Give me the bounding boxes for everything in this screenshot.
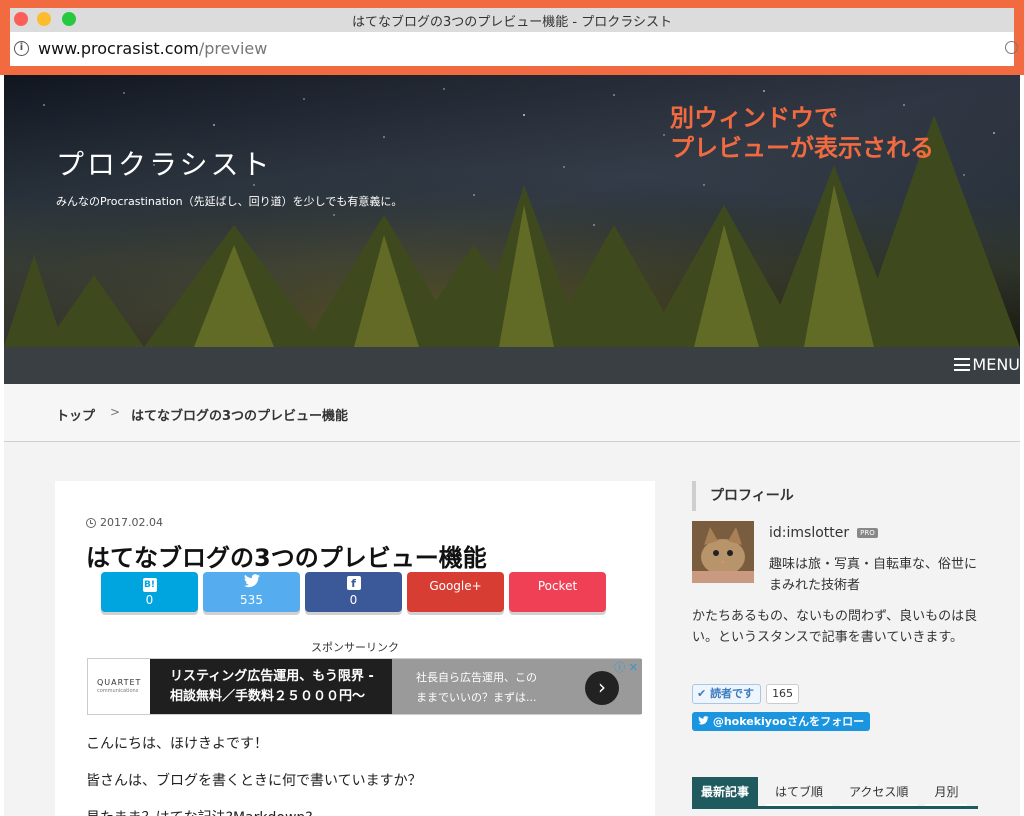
twitter-bird-icon [698, 716, 709, 725]
profile-id-link[interactable]: id:imslotter PRO [769, 525, 878, 541]
hatena-bookmark-count: 0 [145, 593, 154, 607]
article-paragraph: 皆さんは、ブログを書くときに何で書いていますか？ [86, 773, 422, 789]
tab-latest[interactable]: 最新記事 [692, 777, 759, 807]
hamburger-icon [954, 358, 971, 371]
article-list-tabs: 最新記事 はてブ順 アクセス順 月別 [692, 777, 968, 807]
twitter-follow-button[interactable]: @hokekiyooさんをフォロー [692, 712, 871, 731]
annotation-line-1: 別ウィンドウで [670, 104, 838, 132]
browser-chrome: はてなブログの3つのプレビュー機能 - プロクラシスト i www.procra… [0, 0, 1024, 75]
google-plus-share-button[interactable]: Google+ [407, 572, 504, 612]
ad-headline-line-1: リスティング広告運用、もう限界 - [170, 669, 374, 684]
breadcrumb: トップ > はてなブログの3つのプレビュー機能 [4, 384, 1020, 442]
twitter-share-button[interactable]: 535 [203, 572, 300, 612]
google-plus-label: Google+ [429, 579, 482, 593]
tabs-underline [692, 806, 978, 809]
breadcrumb-current: はてなブログの3つのプレビュー機能 [131, 409, 349, 424]
facebook-share-button[interactable]: f 0 [305, 572, 402, 612]
clock-icon [86, 517, 96, 528]
ad-banner[interactable]: QUARTET communications リスティング広告運用、もう限界 -… [87, 658, 642, 715]
share-buttons: B! 0 535 f 0 Google+ Pocket [101, 572, 606, 612]
web-page: プロクラシスト みんなのProcrastination（先延ばし、回り道）を少し… [4, 75, 1020, 816]
url-host: www.procrasist.com [38, 39, 199, 58]
profile-tagline: 趣味は旅・写真・自転車な、俗世にまみれた技術者 [769, 557, 978, 593]
article-paragraph: こんにちは、ほけきよです！ [86, 736, 268, 752]
ad-choices-icon[interactable]: ⓘ ✕ [614, 659, 638, 675]
twitter-share-count: 535 [240, 593, 263, 607]
breadcrumb-separator: > [110, 405, 121, 419]
menu-label: MENU [972, 355, 1020, 374]
url-text[interactable]: www.procrasist.com/preview [38, 39, 267, 58]
address-bar[interactable]: i www.procrasist.com/preview [10, 32, 1018, 66]
reader-subscribe-label: 読者です [710, 687, 755, 700]
profile-id-text: id:imslotter [769, 525, 850, 541]
ad-logo-subtext: communications [97, 688, 139, 694]
twitter-follow-label: @hokekiyooさんをフォロー [712, 715, 865, 728]
ad-logo: QUARTET communications [88, 659, 150, 714]
reader-subscribe-button[interactable]: ✔ 読者です [692, 684, 762, 704]
ad-headline-line-2: 相談無料／手数料２５０００円〜 [170, 689, 366, 704]
pocket-label: Pocket [537, 579, 578, 593]
profile-description: かたちあるもの、ないもの問わず、良いものは良い。というスタンスで記事を書いていき… [692, 609, 978, 645]
site-tagline: みんなのProcrastination（先延ばし、回り道）を少しでも有意義に。 [56, 195, 403, 208]
ad-arrow-icon[interactable]: › [585, 671, 619, 705]
facebook-share-count: 0 [349, 593, 358, 607]
tab-access[interactable]: アクセス順 [840, 777, 918, 807]
twitter-bird-icon [203, 572, 300, 592]
url-path: /preview [198, 39, 268, 58]
post-date-text: 2017.02.04 [100, 516, 163, 529]
facebook-icon: f [346, 576, 361, 590]
window-title: はてなブログの3つのプレビュー機能 - プロクラシスト [352, 15, 672, 30]
info-icon[interactable]: i [14, 41, 29, 56]
kitten-avatar-image [692, 521, 754, 583]
window-titlebar: はてなブログの3つのプレビュー機能 - プロクラシスト [10, 8, 1014, 32]
tab-monthly[interactable]: 月別 [925, 777, 968, 807]
header-hero-image: プロクラシスト みんなのProcrastination（先延ばし、回り道）を少し… [4, 75, 1020, 347]
reader-subscribe-row: ✔ 読者です 165 [692, 684, 800, 704]
article-card: 2017.02.04 はてなブログの3つのプレビュー機能 B! 0 535 f … [55, 481, 655, 816]
tab-hatebu[interactable]: はてブ順 [766, 777, 833, 807]
nav-menu-bar: MENU [4, 347, 1020, 384]
pro-badge: PRO [857, 528, 878, 538]
annotation-callout: 別ウィンドウで プレビューが表示される [670, 103, 934, 163]
post-date: 2017.02.04 [86, 516, 163, 529]
article-paragraph: 見たまま？はてな記法?Markdown? [86, 807, 313, 816]
pocket-share-button[interactable]: Pocket [509, 572, 606, 612]
hatena-bookmark-share-button[interactable]: B! 0 [101, 572, 198, 612]
post-title: はてなブログの3つのプレビュー機能 [86, 544, 487, 572]
reader-count: 165 [766, 684, 800, 704]
site-title[interactable]: プロクラシスト [56, 143, 272, 183]
annotation-line-2: プレビューが表示される [670, 134, 934, 162]
profile-heading: プロフィール [692, 481, 794, 511]
avatar[interactable] [692, 521, 754, 583]
check-icon: ✔ [697, 687, 707, 700]
ad-headline[interactable]: リスティング広告運用、もう限界 - 相談無料／手数料２５０００円〜 [150, 659, 392, 714]
reader-view-icon[interactable] [1005, 41, 1018, 54]
hatena-bookmark-icon: B! [142, 578, 157, 592]
sponsor-label: スポンサーリンク [311, 641, 399, 654]
menu-button[interactable]: MENU [954, 355, 1020, 374]
ad-logo-text: QUARTET [97, 678, 142, 687]
breadcrumb-home-link[interactable]: トップ [56, 405, 95, 424]
